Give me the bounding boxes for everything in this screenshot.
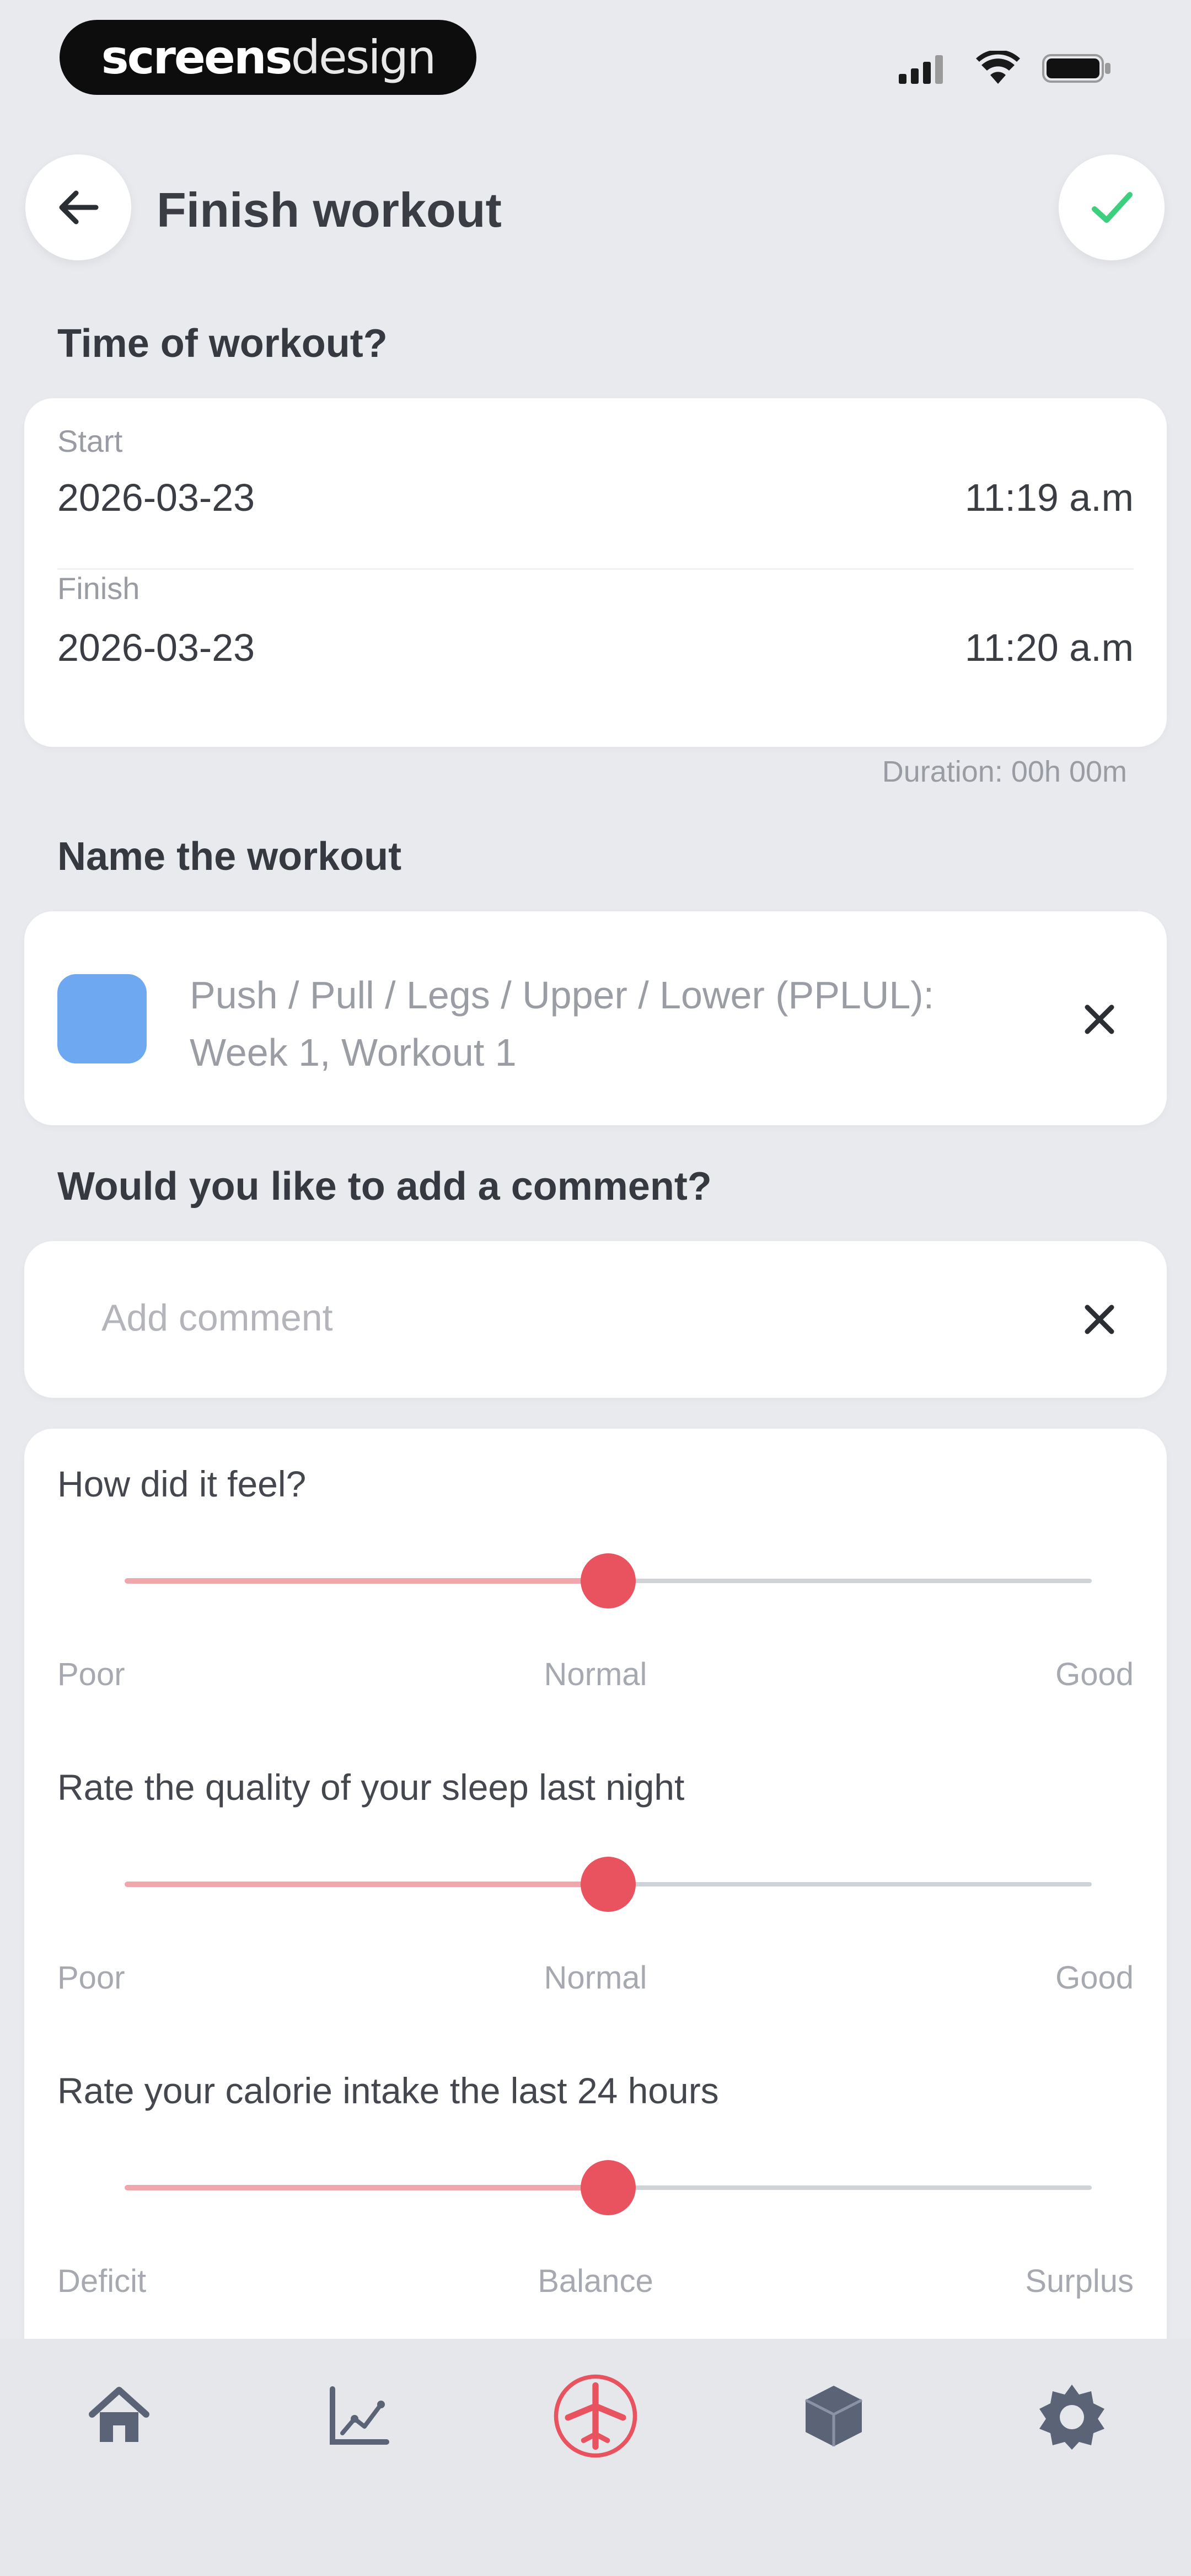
time-card: Start 2026-03-23 11:19 a.m Finish 2026-0…	[24, 398, 1167, 747]
time-section-heading: Time of workout?	[57, 322, 388, 366]
brand-logo: screens design	[60, 20, 476, 95]
signal-icon	[899, 55, 943, 84]
nav-home[interactable]	[75, 2372, 163, 2460]
nav-workout[interactable]	[551, 2372, 640, 2460]
slider-high-label: Good	[1055, 1656, 1134, 1692]
duration-text: Duration: 00h 00m	[882, 755, 1127, 788]
battery-icon	[1042, 54, 1110, 83]
finish-label: Finish	[57, 571, 140, 606]
finish-date[interactable]: 2026-03-23	[57, 626, 255, 670]
workout-icon	[554, 2374, 637, 2458]
slider-mid-label: Normal	[544, 1656, 647, 1692]
comment-card[interactable]: Add comment	[24, 1241, 1167, 1398]
slider-knob[interactable]	[581, 2160, 636, 2215]
workout-name[interactable]: Push / Pull / Legs / Upper / Lower (PPLU…	[190, 966, 934, 1081]
comment-section-heading: Would you like to add a comment?	[57, 1164, 712, 1209]
clear-comment-icon[interactable]	[1082, 1302, 1117, 1337]
slider-high-label: Good	[1055, 1960, 1134, 1996]
start-label: Start	[57, 424, 123, 458]
cube-icon	[804, 2386, 863, 2446]
name-section-heading: Name the workout	[57, 835, 402, 879]
nav-settings[interactable]	[1028, 2372, 1116, 2460]
slider-knob[interactable]	[581, 1857, 636, 1912]
arrow-left-icon	[59, 190, 99, 225]
slider-knob[interactable]	[581, 1553, 636, 1608]
nav-progress[interactable]	[314, 2372, 403, 2460]
divider	[57, 568, 1134, 570]
close-icon[interactable]	[1082, 1002, 1117, 1037]
slider-mid-label: Normal	[544, 1960, 647, 1996]
workout-color-swatch[interactable]	[57, 974, 147, 1063]
confirm-button[interactable]	[1059, 154, 1165, 260]
finish-time[interactable]: 11:20 a.m	[965, 626, 1134, 670]
home-icon	[89, 2387, 149, 2442]
rating-question: How did it feel?	[57, 1463, 307, 1504]
start-date[interactable]: 2026-03-23	[57, 475, 255, 520]
slider-fill	[125, 2185, 608, 2190]
slider-fill	[125, 1882, 608, 1887]
comment-input[interactable]: Add comment	[101, 1296, 333, 1339]
workout-name-card[interactable]: Push / Pull / Legs / Upper / Lower (PPLU…	[24, 911, 1167, 1125]
wifi-icon	[976, 51, 1020, 84]
page-title: Finish workout	[157, 183, 502, 237]
slider-mid-label: Balance	[538, 2263, 653, 2299]
ratings-card: How did it feel? Poor Normal Good Rate t…	[24, 1429, 1167, 2394]
settings-icon	[1039, 2385, 1104, 2450]
back-button[interactable]	[25, 154, 131, 260]
status-bar: screens design	[0, 0, 1191, 121]
rating-question: Rate your calorie intake the last 24 hou…	[57, 2070, 719, 2111]
checkmark-icon	[1092, 192, 1133, 223]
chart-icon	[330, 2386, 389, 2445]
rating-question: Rate the quality of your sleep last nigh…	[57, 1767, 685, 1808]
nav-library[interactable]	[790, 2372, 878, 2460]
start-time[interactable]: 11:19 a.m	[965, 475, 1134, 520]
slider-fill	[125, 1578, 608, 1584]
slider-high-label: Surplus	[1025, 2263, 1134, 2299]
